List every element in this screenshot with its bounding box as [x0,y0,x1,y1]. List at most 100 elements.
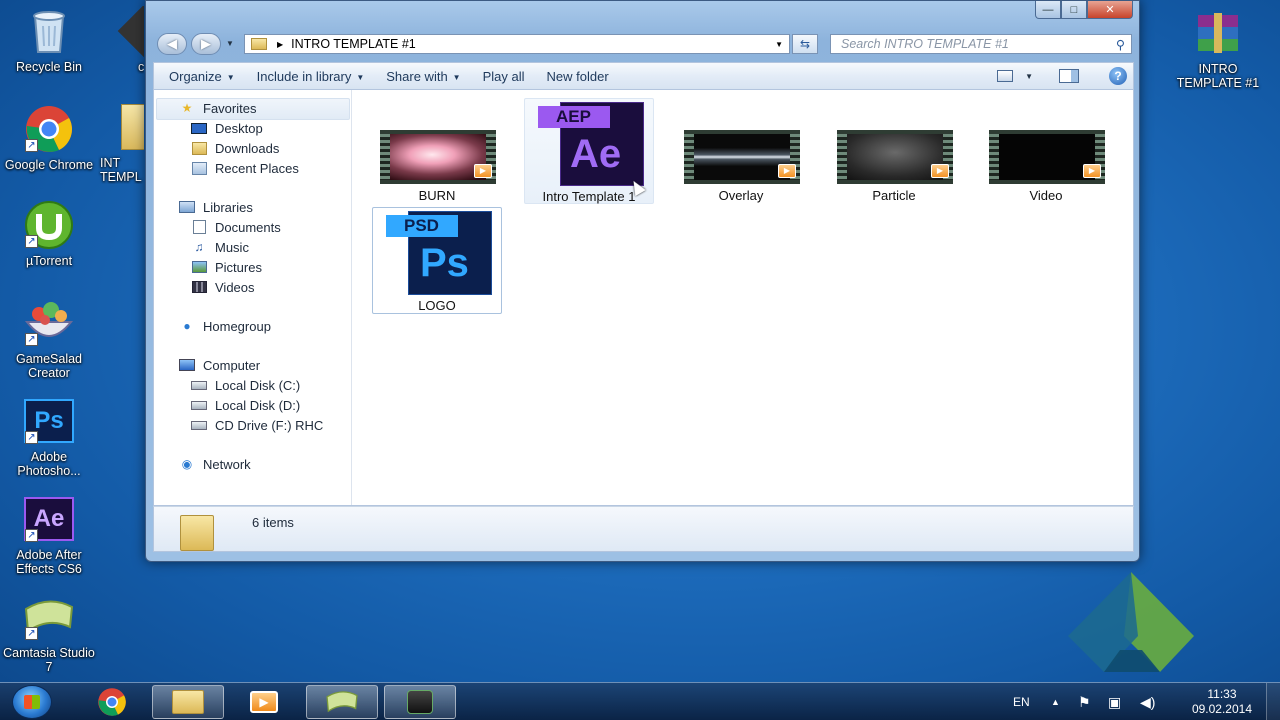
recorder-icon [407,690,433,714]
watermark-logo [1064,568,1198,675]
desktop-icon-recycle-bin[interactable]: Recycle Bin [1,6,97,74]
search-input[interactable]: Search INTRO TEMPLATE #1 ⚲ [830,34,1132,54]
desktop-icon-gamesalad-creator[interactable]: ↗ GameSalad Creator [1,298,97,380]
include-in-library-menu[interactable]: Include in library ▼ [246,69,376,84]
file-name: LOGO [418,298,456,313]
desktop-icon-utorrent[interactable]: ↗ µTorrent [1,200,97,268]
nav-recent-places[interactable]: Recent Places [190,160,299,176]
play-badge-icon: ▶ [474,164,492,178]
recycle-bin-icon [21,6,77,56]
shortcut-arrow-icon: ↗ [25,139,38,152]
show-hidden-icons-button[interactable]: ▲ [1051,683,1060,720]
media-player-icon: ▶ [250,691,278,713]
desktop-icon-label: INT TEMPL [100,156,142,184]
help-icon[interactable]: ? [1109,67,1127,85]
start-button[interactable] [12,685,52,719]
file-item-particle[interactable]: ▶ Particle [829,130,959,203]
change-view-button[interactable]: ▼ ? [997,67,1133,85]
drive-icon [190,397,208,413]
desktop-icon-partial-folder[interactable]: INT TEMPL [98,102,144,184]
desktop-icon-google-chrome[interactable]: ↗ Google Chrome [1,104,97,172]
file-item-burn[interactable]: ▶ BURN [372,130,502,203]
new-folder-button[interactable]: New folder [536,69,620,84]
address-dropdown-icon[interactable]: ▼ [775,40,783,49]
language-indicator[interactable]: EN [1013,683,1030,720]
caret-down-icon: ▼ [226,72,235,82]
taskbar-camtasia-recorder[interactable] [384,685,456,719]
action-center-flag-icon[interactable]: ⚑ [1078,683,1091,720]
address-path[interactable]: INTRO TEMPLATE #1 [291,37,416,51]
desktop-icon-adobe-photoshop[interactable]: Ps ↗ Adobe Photosho... [1,396,97,478]
homegroup-icon: ● [183,319,191,333]
desktop-icon-intro-template-archive[interactable]: INTRO TEMPLATE #1 [1170,8,1266,90]
music-icon: ♫ [194,240,204,254]
play-badge-icon: ▶ [931,164,949,178]
file-item-overlay[interactable]: ▶ Overlay [676,130,806,203]
camtasia-icon: ↗ [21,592,77,642]
forward-button[interactable]: ▶ [191,33,221,55]
folder-icon [118,102,144,152]
documents-icon [190,219,208,235]
caret-down-icon: ▼ [1025,71,1033,81]
nav-downloads[interactable]: Downloads [190,140,279,156]
clock-date: 09.02.2014 [1191,702,1252,716]
show-desktop-button[interactable] [1266,683,1280,720]
maximize-button[interactable]: □ [1061,1,1087,19]
file-name: Video [1029,188,1063,203]
taskbar-camtasia[interactable] [306,685,378,719]
pictures-icon [190,259,208,275]
refresh-button[interactable]: ⇆ [792,34,818,54]
shortcut-arrow-icon: ↗ [25,529,38,542]
taskbar-explorer[interactable] [152,685,224,719]
nav-network[interactable]: ◉ Network [178,456,251,472]
nav-pictures[interactable]: Pictures [190,259,262,275]
folder-icon [251,38,267,50]
ae-logo: Ae [570,132,622,176]
minimize-button[interactable]: — [1035,1,1061,19]
taskbar-media-player[interactable]: ▶ [228,685,300,719]
caret-down-icon: ▼ [452,72,461,82]
nav-local-disk-c[interactable]: Local Disk (C:) [190,377,300,393]
clock-time: 11:33 [1207,687,1237,701]
nav-documents[interactable]: Documents [190,219,281,235]
recent-pages-dropdown[interactable]: ▼ [226,39,234,48]
item-count: 6 items [252,515,294,530]
computer-icon [178,357,196,373]
ps-logo: Ps [420,241,469,285]
cd-drive-icon [190,417,208,433]
taskbar: ▶ EN ▲ ⚑ ▣ ◀) 11:33 09.02.2014 [0,682,1280,720]
shortcut-arrow-icon: ↗ [25,235,38,248]
windows-logo-icon [24,695,40,709]
desktop-icon-label: µTorrent [25,254,73,268]
search-icon[interactable]: ⚲ [1116,37,1125,52]
nav-music[interactable]: ♫ Music [190,239,249,255]
nav-favorites[interactable]: ★ Favorites [178,100,257,116]
address-bar[interactable]: ▶ INTRO TEMPLATE #1 ▼ [244,34,790,54]
share-with-menu[interactable]: Share with ▼ [375,69,471,84]
desktop-icon-camtasia-studio[interactable]: ↗ Camtasia Studio 7 [1,592,97,674]
shortcut-arrow-icon: ↗ [25,333,38,346]
nav-libraries[interactable]: Libraries [178,199,253,215]
nav-computer[interactable]: Computer [178,357,260,373]
organize-menu[interactable]: Organize ▼ [154,69,246,84]
desktop-icon-adobe-after-effects[interactable]: Ae ↗ Adobe After Effects CS6 [1,494,97,576]
nav-cd-drive[interactable]: CD Drive (F:) RHC [190,417,323,433]
nav-desktop[interactable]: Desktop [190,120,263,136]
taskbar-chrome[interactable] [76,685,148,719]
desktop-icon-partial[interactable]: c [96,6,144,74]
desktop-icon-label: GameSalad Creator [15,352,82,380]
volume-icon[interactable]: ◀) [1140,683,1155,720]
clock[interactable]: 11:33 09.02.2014 [1192,687,1252,717]
nav-local-disk-d[interactable]: Local Disk (D:) [190,397,300,413]
play-all-button[interactable]: Play all [472,69,536,84]
file-item-logo[interactable]: PSD Ps LOGO [372,207,502,314]
close-button[interactable]: ✕ [1087,1,1133,19]
file-name: BURN [418,188,456,203]
preview-pane-icon[interactable] [1059,69,1079,83]
network-tray-icon[interactable]: ▣ [1108,683,1121,720]
nav-videos[interactable]: Videos [190,279,255,295]
file-item-video[interactable]: ▶ Video [981,130,1111,203]
window-controls: — □ ✕ [1035,1,1133,19]
back-button[interactable]: ◀ [157,33,187,55]
nav-homegroup[interactable]: ● Homegroup [178,318,271,334]
